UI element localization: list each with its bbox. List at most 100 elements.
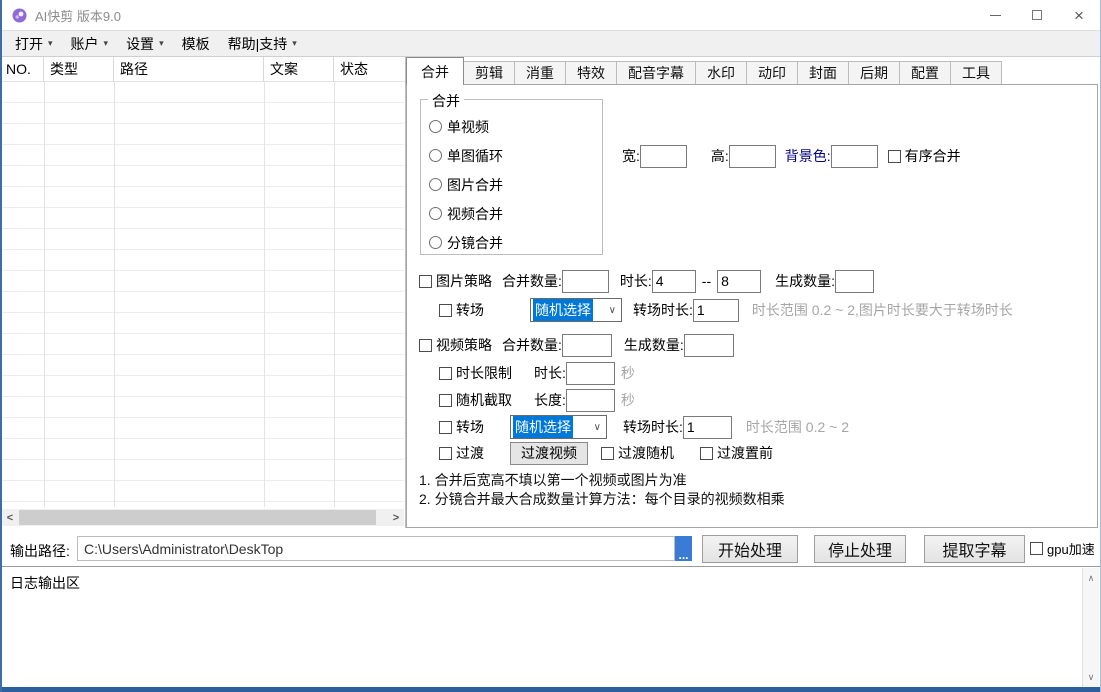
- horizontal-scrollbar[interactable]: < >: [2, 509, 404, 526]
- seconds-unit: 秒: [621, 390, 635, 410]
- tab-dubbing-subtitles[interactable]: 配音字幕: [616, 61, 696, 84]
- tab-tools[interactable]: 工具: [950, 61, 1002, 84]
- radio-storyboard-merge[interactable]: 分镜合并: [421, 228, 602, 257]
- output-path-input[interactable]: [77, 536, 675, 561]
- radio-icon: [429, 236, 442, 249]
- video-transition-select[interactable]: 随机选择 ∨: [510, 415, 607, 439]
- merge-count-label: 合并数量:: [502, 335, 562, 355]
- minimize-icon: [990, 15, 1001, 16]
- tab-edit[interactable]: 剪辑: [463, 61, 515, 84]
- image-transition-duration-input[interactable]: [693, 299, 739, 322]
- width-input[interactable]: [640, 145, 687, 168]
- maximize-icon: [1032, 10, 1042, 20]
- scroll-left-icon[interactable]: <: [2, 509, 18, 526]
- scroll-up-icon[interactable]: ∧: [1083, 570, 1099, 586]
- fade-checkbox[interactable]: 过渡: [439, 443, 484, 463]
- image-transition-checkbox[interactable]: 转场: [439, 300, 484, 320]
- video-merge-count-input[interactable]: [562, 334, 612, 357]
- scroll-down-icon[interactable]: ∨: [1083, 669, 1099, 685]
- duration-min-input[interactable]: [652, 270, 696, 293]
- chevron-down-icon: ▾: [292, 38, 297, 49]
- tab-post[interactable]: 后期: [848, 61, 900, 84]
- scroll-right-icon[interactable]: >: [388, 509, 404, 526]
- duration-max-input[interactable]: [717, 270, 761, 293]
- gpu-acceleration-checkbox[interactable]: gpu加速: [1030, 539, 1095, 558]
- generate-count-label: 生成数量:: [624, 335, 684, 355]
- seconds-unit: 秒: [621, 363, 635, 383]
- browse-button[interactable]: ...: [675, 536, 692, 561]
- video-strategy-checkbox[interactable]: 视频策略: [419, 335, 492, 355]
- menu-open[interactable]: 打开 ▾: [6, 31, 62, 56]
- radio-single-video[interactable]: 单视频: [421, 112, 602, 141]
- duration-field-label: 时长:: [534, 363, 566, 383]
- stop-processing-button[interactable]: 停止处理: [814, 535, 906, 563]
- app-icon: [12, 8, 27, 23]
- maximize-button[interactable]: [1016, 0, 1058, 30]
- length-field-label: 长度:: [534, 390, 566, 410]
- close-icon: ×: [1074, 7, 1084, 24]
- radio-single-image-loop[interactable]: 单图循环: [421, 141, 602, 170]
- log-output-area: 日志输出区 ∧ ∨: [2, 566, 1100, 687]
- tab-strip: 合并 剪辑 消重 特效 配音字幕 水印 动印 封面 后期 配置 工具: [406, 57, 1098, 85]
- note-line: 1. 合并后宽高不填以第一个视频或图片为准: [419, 471, 785, 490]
- tab-watermark[interactable]: 水印: [695, 61, 747, 84]
- duration-limit-checkbox[interactable]: 时长限制: [439, 363, 512, 383]
- width-label: 宽:: [622, 146, 640, 166]
- tab-motion-stamp[interactable]: 动印: [746, 61, 798, 84]
- checkbox-icon: [601, 447, 614, 460]
- tab-cover[interactable]: 封面: [797, 61, 849, 84]
- image-generate-count-input[interactable]: [835, 270, 874, 293]
- tab-dedupe[interactable]: 消重: [514, 61, 566, 84]
- image-strategy-checkbox[interactable]: 图片策略: [419, 271, 492, 291]
- fade-random-checkbox[interactable]: 过渡随机: [601, 443, 674, 463]
- random-cut-length-input[interactable]: [566, 389, 615, 412]
- video-transition-checkbox[interactable]: 转场: [439, 417, 484, 437]
- checkbox-icon: [419, 275, 432, 288]
- checkbox-icon: [439, 367, 452, 380]
- checkbox-icon: [419, 339, 432, 352]
- image-transition-hint: 时长范围 0.2 ~ 2,图片时长要大于转场时长: [752, 300, 1013, 320]
- start-processing-button[interactable]: 开始处理: [702, 535, 798, 563]
- chevron-down-icon: ∨: [594, 422, 601, 433]
- menu-account[interactable]: 账户 ▾: [62, 31, 118, 56]
- merge-mode-group: 合并 单视频 单图循环 图片合并: [420, 99, 603, 255]
- file-table: NO. 类型 路径 文案 状态 < >: [2, 57, 406, 528]
- menu-template[interactable]: 模板: [173, 31, 219, 56]
- video-transition-duration-input[interactable]: [683, 416, 732, 439]
- vertical-scrollbar[interactable]: ∧ ∨: [1082, 568, 1099, 687]
- checkbox-icon: [439, 421, 452, 434]
- video-transition-hint: 时长范围 0.2 ~ 2: [746, 417, 849, 437]
- ordered-merge-checkbox[interactable]: 有序合并: [888, 146, 961, 166]
- tab-merge[interactable]: 合并: [406, 57, 464, 85]
- merge-tab-content: 合并 单视频 单图循环 图片合并: [406, 85, 1098, 528]
- scrollbar-thumb[interactable]: [19, 510, 376, 525]
- checkbox-icon: [700, 447, 713, 460]
- fade-video-button[interactable]: 过渡视频: [510, 442, 588, 465]
- menu-bar: 打开 ▾ 账户 ▾ 设置 ▾ 模板 帮助|支持 ▾: [2, 30, 1100, 57]
- menu-help[interactable]: 帮助|支持 ▾: [219, 31, 306, 56]
- bgcolor-input[interactable]: [831, 145, 878, 168]
- tab-effects[interactable]: 特效: [565, 61, 617, 84]
- menu-settings[interactable]: 设置 ▾: [117, 31, 173, 56]
- duration-limit-input[interactable]: [566, 362, 615, 385]
- random-cut-checkbox[interactable]: 随机截取: [439, 390, 512, 410]
- radio-video-merge[interactable]: 视频合并: [421, 199, 602, 228]
- fade-front-checkbox[interactable]: 过渡置前: [700, 443, 773, 463]
- transition-duration-label: 转场时长:: [633, 300, 693, 320]
- radio-image-merge[interactable]: 图片合并: [421, 170, 602, 199]
- image-transition-select[interactable]: 随机选择 ∨: [530, 298, 622, 322]
- height-input[interactable]: [729, 145, 776, 168]
- video-generate-count-input[interactable]: [684, 334, 734, 357]
- checkbox-icon: [1030, 542, 1043, 555]
- close-button[interactable]: ×: [1058, 0, 1100, 30]
- minimize-button[interactable]: [974, 0, 1016, 30]
- tab-config[interactable]: 配置: [899, 61, 951, 84]
- checkbox-icon: [439, 394, 452, 407]
- extract-subtitles-button[interactable]: 提取字幕: [924, 535, 1025, 563]
- image-merge-count-input[interactable]: [562, 270, 609, 293]
- bgcolor-label: 背景色:: [785, 146, 831, 166]
- chevron-down-icon: ∨: [609, 305, 616, 316]
- column-divider: [114, 82, 115, 507]
- range-dash: --: [702, 273, 711, 289]
- chevron-down-icon: ▾: [48, 38, 53, 49]
